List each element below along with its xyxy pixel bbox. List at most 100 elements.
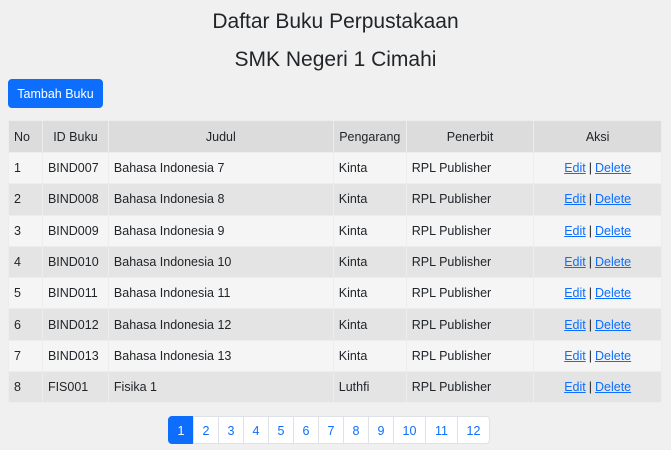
- action-separator: |: [588, 255, 592, 270]
- cell-no: 4: [8, 245, 43, 279]
- cell-no: 2: [8, 183, 43, 216]
- books-table: No ID Buku Judul Pengarang Penerbit Aksi…: [8, 120, 662, 404]
- cell-id-buku: FIS001: [41, 371, 109, 404]
- cell-aksi: Edit | Delete: [533, 151, 662, 185]
- table-body: 1 BIND007 Bahasa Indonesia 7 Kinta RPL Publi…: [8, 151, 662, 404]
- cell-no: 6: [8, 308, 43, 341]
- delete-link[interactable]: Delete: [595, 318, 631, 332]
- cell-id-buku: BIND009: [41, 214, 109, 247]
- page-link-10[interactable]: 10: [393, 416, 426, 444]
- page-link-4[interactable]: 4: [243, 416, 269, 444]
- cell-aksi: Edit | Delete: [533, 371, 662, 404]
- table-row: 8 FIS001 Fisika 1 Luthfi RPL Publisher Edit | D…: [8, 371, 662, 404]
- page-link-6[interactable]: 6: [293, 416, 319, 444]
- cell-penerbit: RPL Publisher: [405, 371, 535, 404]
- cell-id-buku: BIND010: [41, 245, 109, 279]
- cell-no: 5: [8, 277, 43, 310]
- cell-penerbit: RPL Publisher: [405, 245, 535, 279]
- action-separator: |: [588, 348, 592, 363]
- table-row: 2 BIND008 Bahasa Indonesia 8 Kinta RPL Publi…: [8, 183, 662, 216]
- cell-pengarang: Kinta: [332, 339, 407, 373]
- cell-pengarang: Kinta: [332, 308, 407, 341]
- cell-aksi: Edit | Delete: [533, 339, 662, 373]
- edit-link[interactable]: Edit: [564, 349, 586, 363]
- action-separator: |: [588, 192, 592, 207]
- action-separator: |: [588, 223, 592, 238]
- page-item: 7: [318, 416, 344, 444]
- cell-aksi: Edit | Delete: [533, 245, 662, 279]
- page-link-9[interactable]: 9: [368, 416, 394, 444]
- cell-aksi: Edit | Delete: [533, 308, 662, 341]
- cell-penerbit: RPL Publisher: [405, 339, 535, 373]
- page-link-8[interactable]: 8: [343, 416, 369, 444]
- cell-penerbit: RPL Publisher: [405, 277, 535, 310]
- page: Daftar Buku Perpustakaan SMK Negeri 1 Ci…: [0, 0, 671, 450]
- delete-link[interactable]: Delete: [595, 380, 631, 394]
- page-link-3[interactable]: 3: [218, 416, 244, 444]
- cell-penerbit: RPL Publisher: [405, 151, 535, 185]
- delete-link[interactable]: Delete: [595, 286, 631, 300]
- cell-pengarang: Kinta: [332, 245, 407, 279]
- action-separator: |: [588, 317, 592, 332]
- cell-id-buku: BIND007: [41, 151, 109, 185]
- table-row: 5 BIND011 Bahasa Indonesia 11 Kinta RPL Publ…: [8, 277, 662, 310]
- delete-link[interactable]: Delete: [595, 349, 631, 363]
- cell-judul: Bahasa Indonesia 9: [107, 214, 334, 247]
- page-item: 12: [457, 416, 490, 444]
- page-link-11[interactable]: 11: [425, 416, 458, 444]
- column-header-id: ID Buku: [41, 120, 109, 153]
- page-item: 11: [425, 416, 458, 444]
- action-separator: |: [588, 380, 592, 395]
- page-item: 8: [343, 416, 369, 444]
- cell-pengarang: Luthfi: [332, 371, 407, 404]
- delete-link[interactable]: Delete: [595, 224, 631, 238]
- delete-link[interactable]: Delete: [595, 255, 631, 269]
- page-item: 10: [393, 416, 426, 444]
- page-link-2[interactable]: 2: [193, 416, 219, 444]
- edit-link[interactable]: Edit: [564, 380, 586, 394]
- cell-id-buku: BIND013: [41, 339, 109, 373]
- page-item: 4: [243, 416, 269, 444]
- cell-pengarang: Kinta: [332, 277, 407, 310]
- cell-penerbit: RPL Publisher: [405, 214, 535, 247]
- column-header-no: No: [8, 120, 43, 153]
- edit-link[interactable]: Edit: [564, 192, 586, 206]
- add-book-button[interactable]: Tambah Buku: [8, 79, 103, 108]
- page-link-7[interactable]: 7: [318, 416, 344, 444]
- table-row: 3 BIND009 Bahasa Indonesia 9 Kinta RPL Publi…: [8, 214, 662, 247]
- cell-penerbit: RPL Publisher: [405, 308, 535, 341]
- cell-aksi: Edit | Delete: [533, 183, 662, 216]
- page-link-12[interactable]: 12: [457, 416, 490, 444]
- cell-no: 8: [8, 371, 43, 404]
- cell-no: 1: [8, 151, 43, 185]
- cell-aksi: Edit | Delete: [533, 277, 662, 310]
- cell-penerbit: RPL Publisher: [405, 183, 535, 216]
- page-item: 3: [218, 416, 244, 444]
- cell-pengarang: Kinta: [332, 214, 407, 247]
- table-row: 7 BIND013 Bahasa Indonesia 13 Kinta RPL Publ…: [8, 339, 662, 373]
- page-title: Daftar Buku Perpustakaan: [212, 10, 459, 33]
- edit-link[interactable]: Edit: [564, 224, 586, 238]
- table-header-row: No ID Buku Judul Pengarang Penerbit Aksi: [8, 120, 662, 153]
- cell-judul: Bahasa Indonesia 13: [107, 339, 334, 373]
- edit-link[interactable]: Edit: [564, 255, 586, 269]
- page-link-1[interactable]: 1: [168, 416, 194, 444]
- column-header-judul: Judul: [107, 120, 334, 153]
- cell-judul: Bahasa Indonesia 10: [107, 245, 334, 279]
- delete-link[interactable]: Delete: [595, 161, 631, 175]
- edit-link[interactable]: Edit: [564, 318, 586, 332]
- pagination: 1 2 3 4 5 6 7 8 9 10 11 12: [168, 416, 490, 444]
- cell-id-buku: BIND011: [41, 277, 109, 310]
- action-separator: |: [588, 161, 592, 176]
- cell-judul: Bahasa Indonesia 12: [107, 308, 334, 341]
- edit-link[interactable]: Edit: [564, 286, 586, 300]
- edit-link[interactable]: Edit: [564, 161, 586, 175]
- cell-judul: Bahasa Indonesia 11: [107, 277, 334, 310]
- table-row: 6 BIND012 Bahasa Indonesia 12 Kinta RPL Publ…: [8, 308, 662, 341]
- page-link-5[interactable]: 5: [268, 416, 294, 444]
- delete-link[interactable]: Delete: [595, 192, 631, 206]
- cell-judul: Fisika 1: [107, 371, 334, 404]
- column-header-pengarang: Pengarang: [332, 120, 407, 153]
- table-row: 1 BIND007 Bahasa Indonesia 7 Kinta RPL Publi…: [8, 151, 662, 185]
- column-header-aksi: Aksi: [533, 120, 662, 153]
